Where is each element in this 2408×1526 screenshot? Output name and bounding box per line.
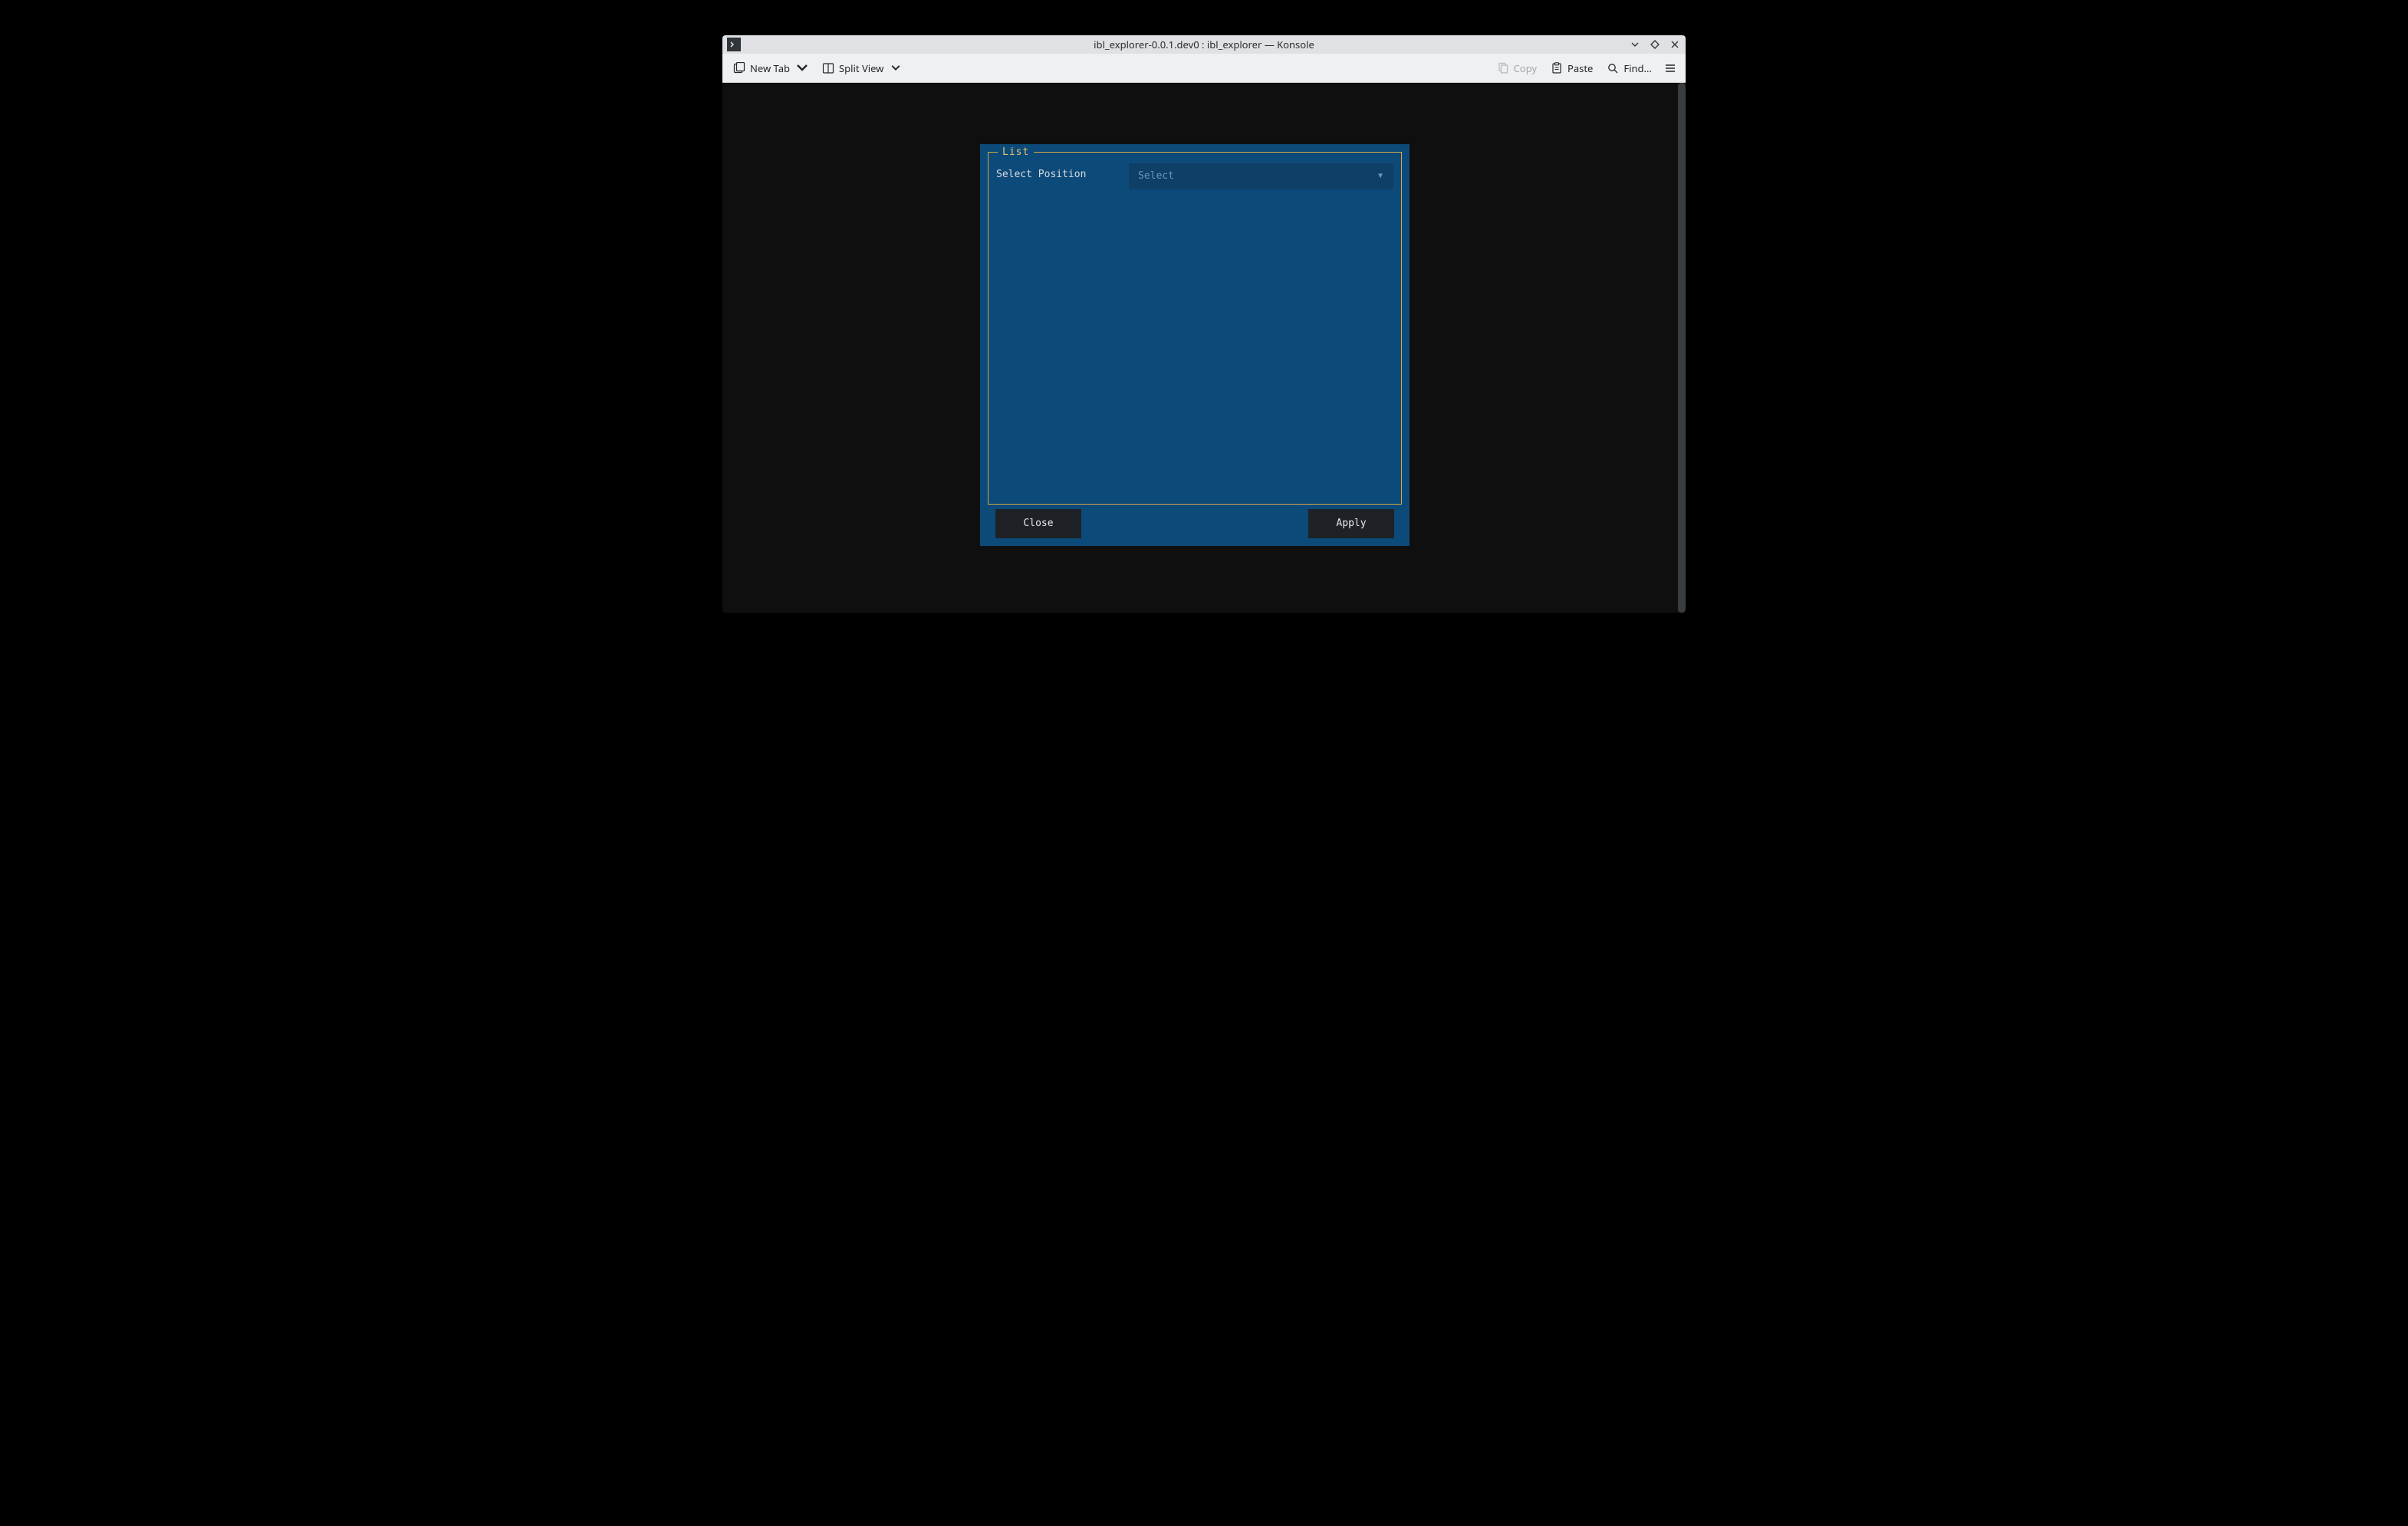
- copy-label: Copy: [1514, 61, 1537, 75]
- window-controls: [1629, 38, 1681, 51]
- split-view-label: Split View: [839, 61, 883, 75]
- titlebar: ibl_explorer-0.0.1.dev0 : ibl_explorer —…: [722, 35, 1686, 54]
- apply-label: Apply: [1336, 517, 1366, 531]
- minimize-button[interactable]: [1629, 38, 1641, 51]
- chevron-down-icon: [796, 62, 808, 74]
- list-fieldset: List Select Position Select ▼: [988, 152, 1402, 505]
- menu-button[interactable]: [1661, 59, 1679, 77]
- vertical-scrollbar[interactable]: [1678, 83, 1686, 613]
- copy-button: Copy: [1492, 58, 1541, 78]
- close-label: Close: [1023, 517, 1053, 531]
- dialog-footer: Close Apply: [988, 505, 1402, 538]
- paste-icon: [1551, 62, 1563, 74]
- paste-label: Paste: [1568, 61, 1593, 75]
- terminal-area: List Select Position Select ▼ Close A: [722, 83, 1686, 613]
- chevron-down-icon: [890, 62, 902, 74]
- close-button[interactable]: Close: [995, 509, 1081, 538]
- find-button[interactable]: Find...: [1602, 58, 1656, 78]
- toolbar: New Tab Split View Copy: [722, 54, 1686, 83]
- select-position-row: Select Position Select ▼: [996, 163, 1393, 189]
- scrollbar-thumb[interactable]: [1678, 83, 1686, 613]
- position-select[interactable]: Select ▼: [1129, 163, 1393, 189]
- new-tab-icon: [733, 62, 745, 74]
- window-title: ibl_explorer-0.0.1.dev0 : ibl_explorer —…: [722, 38, 1686, 51]
- tui-dialog: List Select Position Select ▼ Close A: [980, 144, 1410, 546]
- copy-icon: [1497, 62, 1509, 74]
- select-position-label: Select Position: [996, 163, 1123, 182]
- search-icon: [1607, 62, 1619, 74]
- find-label: Find...: [1623, 61, 1652, 75]
- new-tab-button[interactable]: New Tab: [729, 58, 813, 78]
- split-view-button[interactable]: Split View: [817, 58, 906, 78]
- chevron-down-icon: ▼: [1378, 171, 1383, 182]
- paste-button[interactable]: Paste: [1546, 58, 1597, 78]
- apply-button[interactable]: Apply: [1308, 509, 1394, 538]
- split-view-icon: [822, 62, 834, 74]
- terminal-viewport[interactable]: List Select Position Select ▼ Close A: [722, 83, 1678, 613]
- close-button[interactable]: [1669, 38, 1681, 51]
- fieldset-legend: List: [998, 146, 1034, 160]
- terminal-app-icon: [727, 38, 741, 51]
- select-placeholder: Select: [1138, 169, 1174, 183]
- hamburger-icon: [1664, 62, 1676, 74]
- konsole-window: ibl_explorer-0.0.1.dev0 : ibl_explorer —…: [722, 35, 1686, 613]
- new-tab-label: New Tab: [750, 61, 790, 75]
- maximize-button[interactable]: [1649, 38, 1661, 51]
